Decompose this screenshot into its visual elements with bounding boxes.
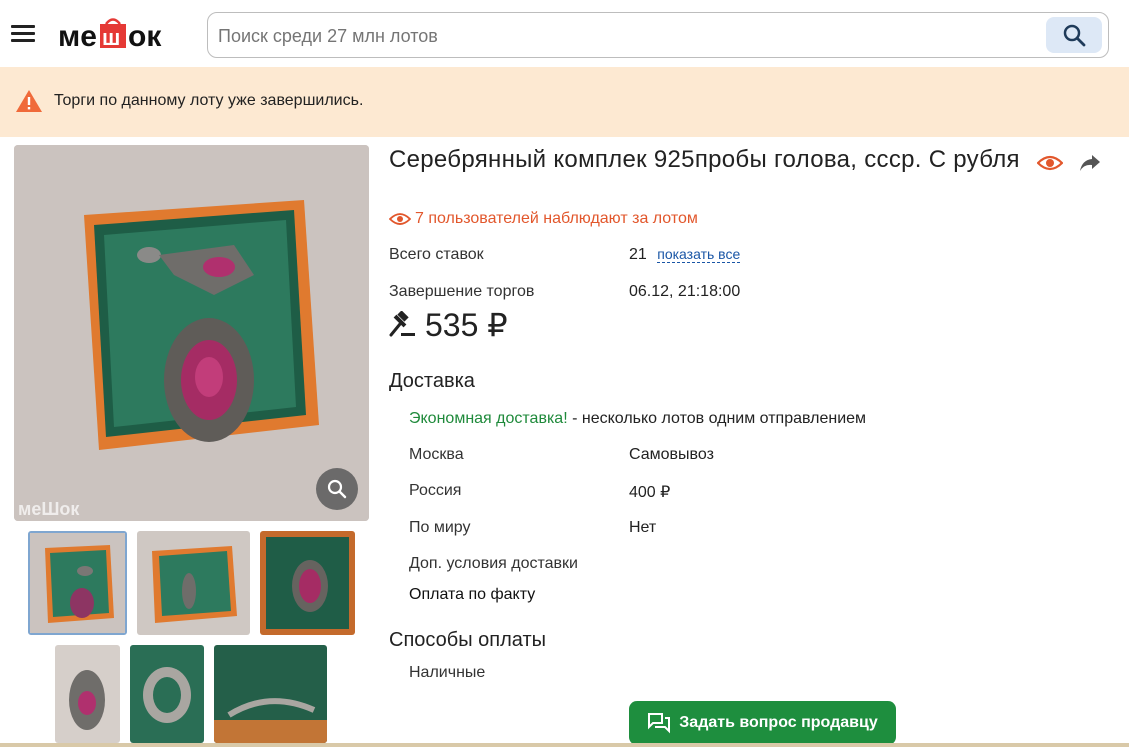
economy-delivery-text: - несколько лотов одним отправлением xyxy=(567,410,867,427)
bids-label: Всего ставок xyxy=(389,246,484,263)
thumbnail-4[interactable] xyxy=(55,645,120,743)
share-icon[interactable] xyxy=(1079,153,1101,173)
delivery-russia-value: 400 ₽ xyxy=(629,484,671,501)
svg-text:меШок: меШок xyxy=(18,499,80,519)
watch-eye-icon[interactable] xyxy=(1037,153,1063,173)
delivery-moscow-value: Самовывоз xyxy=(629,446,714,463)
main-lot-photo[interactable]: меШок xyxy=(14,145,369,521)
end-label: Завершение торгов xyxy=(389,283,535,300)
payment-method: Наличные xyxy=(409,664,486,681)
bids-value-row: 21 показать все xyxy=(629,246,741,264)
chat-icon xyxy=(648,713,671,734)
site-logo[interactable]: ме ш ок xyxy=(58,16,183,53)
search-bar xyxy=(207,12,1109,58)
watchers-count: 7 пользователей наблюдают за лотом xyxy=(389,210,698,228)
end-value: 06.12, 21:18:00 xyxy=(629,283,741,300)
svg-text:ме: ме xyxy=(58,20,97,52)
delivery-heading: Доставка xyxy=(389,370,475,392)
show-all-bids-link[interactable]: показать все xyxy=(657,246,741,263)
search-button[interactable] xyxy=(1046,17,1102,53)
bids-value: 21 xyxy=(629,246,647,263)
lot-title: Серебрянный комплек 925пробы голова, ссс… xyxy=(389,146,1020,173)
payment-heading: Способы оплаты xyxy=(389,629,546,651)
economy-delivery: Экономная доставка! - несколько лотов од… xyxy=(409,410,866,428)
thumbnail-5[interactable] xyxy=(130,645,204,743)
final-price: 535 ₽ xyxy=(389,306,508,344)
top-header: ме ш ок xyxy=(0,0,1129,67)
delivery-world-label: По миру xyxy=(409,519,471,536)
zoom-button[interactable] xyxy=(316,468,358,510)
page-bottom-divider xyxy=(0,743,1129,747)
auction-ended-notice: Торги по данному лоту уже завершились. xyxy=(0,67,1129,137)
warning-icon xyxy=(16,90,42,112)
ask-seller-label: Задать вопрос продавцу xyxy=(679,714,878,731)
notice-text: Торги по данному лоту уже завершились. xyxy=(54,92,364,109)
gavel-icon xyxy=(389,311,415,337)
economy-delivery-link[interactable]: Экономная доставка! xyxy=(409,410,568,427)
thumbnail-1[interactable] xyxy=(28,531,127,635)
delivery-moscow-label: Москва xyxy=(409,446,464,463)
extra-delivery-value: Оплата по факту xyxy=(409,586,536,603)
thumbnail-2[interactable] xyxy=(137,531,250,635)
price-value: 535 ₽ xyxy=(425,307,508,343)
thumbnail-3[interactable] xyxy=(260,531,355,635)
thumbnail-6[interactable] xyxy=(214,645,327,743)
menu-icon[interactable] xyxy=(11,25,35,45)
ask-seller-button[interactable]: Задать вопрос продавцу xyxy=(629,701,896,745)
delivery-world-value: Нет xyxy=(629,519,657,536)
delivery-russia-label: Россия xyxy=(409,482,462,499)
search-icon xyxy=(1063,24,1086,47)
watchers-text: 7 пользователей наблюдают за лотом xyxy=(415,210,698,227)
search-input[interactable] xyxy=(218,22,1038,50)
extra-delivery-label: Доп. условия доставки xyxy=(409,555,578,572)
eye-icon xyxy=(389,213,411,225)
magnifier-icon xyxy=(327,479,347,499)
svg-text:ок: ок xyxy=(128,20,162,52)
svg-text:ш: ш xyxy=(102,25,120,50)
